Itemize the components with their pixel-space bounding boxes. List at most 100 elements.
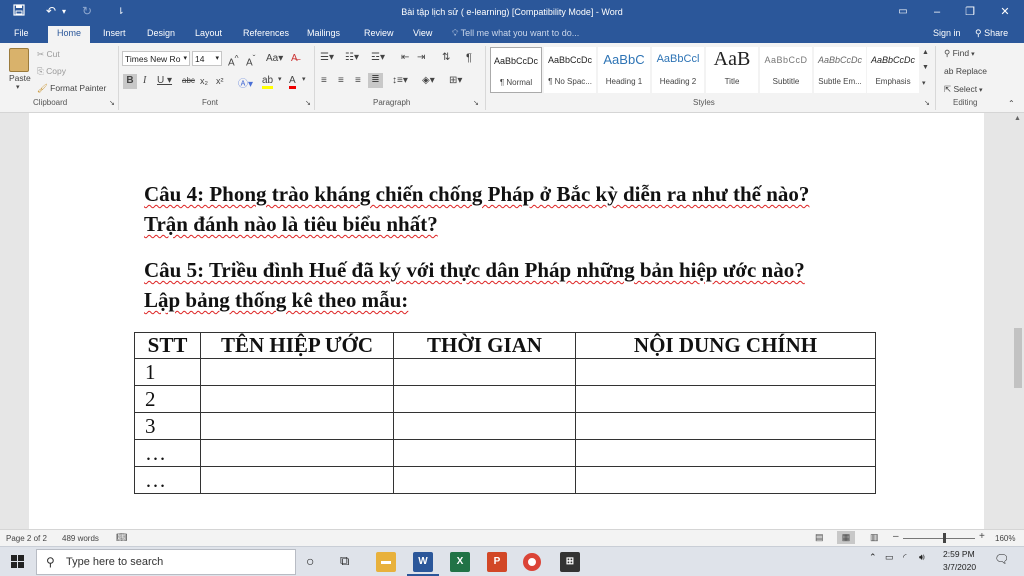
copy-button[interactable]: ⎘ Copy xyxy=(37,66,66,77)
zoom-slider-track[interactable] xyxy=(903,538,975,539)
clipboard-launcher-icon[interactable]: ↘ xyxy=(109,99,115,107)
style-heading-1[interactable]: AaBbC Heading 1 xyxy=(598,47,650,93)
chevron-down-icon[interactable]: ▾ xyxy=(278,75,282,83)
volume-icon[interactable]: 🔊︎ xyxy=(919,552,925,563)
scrollbar-thumb[interactable] xyxy=(1014,328,1022,388)
format-painter-button[interactable]: 🖌︎ Format Painter xyxy=(37,83,106,94)
line-spacing-icon[interactable]: ↕≡▾ xyxy=(392,75,408,86)
font-name-combo[interactable]: Times New Ro ▾ xyxy=(122,51,190,66)
table-cell[interactable]: 1 xyxy=(134,358,201,386)
styles-launcher-icon[interactable]: ↘ xyxy=(924,99,930,107)
underline-button[interactable]: U ▾ xyxy=(157,75,172,86)
store-icon[interactable]: ⊞ xyxy=(560,552,580,572)
font-launcher-icon[interactable]: ↘ xyxy=(305,99,311,107)
numbering-icon[interactable]: ☷▾ xyxy=(345,52,359,63)
style-no-spacing[interactable]: AaBbCcDc ¶ No Spac... xyxy=(544,47,596,93)
clock-date[interactable]: 3/7/2020 xyxy=(943,562,976,572)
styles-more-icon[interactable]: ▾ xyxy=(922,79,926,87)
shrink-font-icon[interactable]: Aˇ xyxy=(246,53,255,68)
print-layout-icon[interactable]: ▦ xyxy=(837,531,855,544)
shading-icon[interactable]: ◈▾ xyxy=(422,75,435,86)
paragraph-launcher-icon[interactable]: ↘ xyxy=(473,99,479,107)
table-cell[interactable] xyxy=(575,439,876,467)
word-count[interactable]: 489 words xyxy=(62,534,99,543)
tab-mailings[interactable]: Mailings xyxy=(307,28,340,38)
table-cell[interactable]: 2 xyxy=(134,385,201,413)
zoom-slider-thumb[interactable] xyxy=(943,533,946,543)
table-cell[interactable] xyxy=(200,439,394,467)
select-button[interactable]: ⇱ Select ▾ xyxy=(944,84,983,95)
chrome-icon[interactable] xyxy=(523,553,541,571)
table-cell[interactable]: … xyxy=(134,466,201,494)
highlight-color-icon[interactable]: ab xyxy=(262,75,274,89)
italic-button[interactable]: I xyxy=(143,75,146,86)
close-button[interactable]: ✕ xyxy=(990,0,1020,25)
collapse-ribbon-icon[interactable]: ⌃ xyxy=(1008,99,1015,108)
borders-icon[interactable]: ⊞▾ xyxy=(449,75,462,86)
table-cell[interactable] xyxy=(393,412,576,440)
file-explorer-icon[interactable]: ▬ xyxy=(376,552,396,572)
decrease-indent-icon[interactable]: ⇤ xyxy=(401,52,409,63)
tab-insert[interactable]: Insert xyxy=(103,28,126,38)
table-cell[interactable] xyxy=(575,385,876,413)
proofing-icon[interactable]: 📖︎ xyxy=(116,532,127,543)
tab-design[interactable]: Design xyxy=(147,28,175,38)
align-left-icon[interactable]: ≡ xyxy=(321,75,327,86)
zoom-out-button[interactable]: – xyxy=(893,531,899,542)
table-cell[interactable] xyxy=(393,439,576,467)
cortana-icon[interactable]: ○ xyxy=(306,553,314,569)
find-button[interactable]: ⚲ Find ▾ xyxy=(944,48,975,59)
paste-button[interactable]: Paste ▾ xyxy=(9,48,31,91)
change-case-icon[interactable]: Aa▾ xyxy=(266,53,283,64)
web-layout-icon[interactable]: ▥ xyxy=(870,532,879,543)
word-icon[interactable]: W xyxy=(413,552,433,572)
restore-button[interactable]: ❐ xyxy=(955,0,985,25)
table-cell[interactable] xyxy=(200,466,394,494)
tab-view[interactable]: View xyxy=(413,28,432,38)
style-subtitle[interactable]: AaBbCcD Subtitle xyxy=(760,47,812,93)
styles-scroll-up-icon[interactable]: ▲ xyxy=(922,49,929,56)
align-right-icon[interactable]: ≡ xyxy=(355,75,361,86)
strikethrough-button[interactable]: abc xyxy=(182,76,195,85)
tab-references[interactable]: References xyxy=(243,28,289,38)
table-cell[interactable]: 3 xyxy=(134,412,201,440)
table-cell[interactable] xyxy=(575,358,876,386)
clock-time[interactable]: 2:59 PM xyxy=(943,549,975,559)
windows-start-icon[interactable] xyxy=(11,555,24,570)
subscript-button[interactable]: x₂ xyxy=(200,76,208,86)
align-center-icon[interactable]: ≡ xyxy=(338,75,344,86)
style-subtle-emphasis[interactable]: AaBbCcDc Subtle Em... xyxy=(814,47,866,93)
styles-scroll-down-icon[interactable]: ▼ xyxy=(922,64,929,71)
superscript-button[interactable]: x² xyxy=(216,76,224,86)
table-cell[interactable] xyxy=(200,385,394,413)
style-normal[interactable]: AaBbCcDc ¶ Normal xyxy=(490,47,542,93)
excel-icon[interactable]: X xyxy=(450,552,470,572)
tab-review[interactable]: Review xyxy=(364,28,394,38)
text-effects-icon[interactable]: Ⓐ▾ xyxy=(238,75,253,90)
zoom-level[interactable]: 160% xyxy=(995,534,1015,543)
sign-in-link[interactable]: Sign in xyxy=(933,28,961,38)
table-cell[interactable] xyxy=(575,466,876,494)
font-color-icon[interactable]: A xyxy=(289,75,296,89)
increase-indent-icon[interactable]: ⇥ xyxy=(417,52,425,63)
battery-icon[interactable]: ▭ xyxy=(885,552,894,563)
show-hidden-icons[interactable]: ⌃ xyxy=(869,552,877,563)
table-cell[interactable] xyxy=(200,412,394,440)
replace-button[interactable]: ab Replace xyxy=(944,66,987,76)
font-size-combo[interactable]: 14 ▾ xyxy=(192,51,222,66)
multilevel-list-icon[interactable]: ☲▾ xyxy=(371,52,385,63)
page-count[interactable]: Page 2 of 2 xyxy=(6,534,47,543)
style-emphasis[interactable]: AaBbCcDc Emphasis xyxy=(867,47,919,93)
minimize-button[interactable]: – xyxy=(922,0,952,25)
cut-button[interactable]: ✂ Cut xyxy=(37,49,60,60)
table-cell[interactable] xyxy=(393,358,576,386)
bullets-icon[interactable]: ☰▾ xyxy=(320,52,334,63)
powerpoint-icon[interactable]: P xyxy=(487,552,507,572)
tell-me-box[interactable]: 💡︎ Tell me what you want to do... xyxy=(452,28,579,39)
notifications-icon[interactable]: 🗨︎ xyxy=(994,552,1009,566)
taskbar-search-box[interactable]: ⚲ Type here to search xyxy=(36,549,296,575)
chevron-down-icon[interactable]: ▾ xyxy=(302,75,306,83)
tab-home[interactable]: Home xyxy=(48,26,91,43)
share-button[interactable]: ⚲ Share xyxy=(975,28,1008,39)
network-icon[interactable]: ◜ xyxy=(903,552,907,563)
